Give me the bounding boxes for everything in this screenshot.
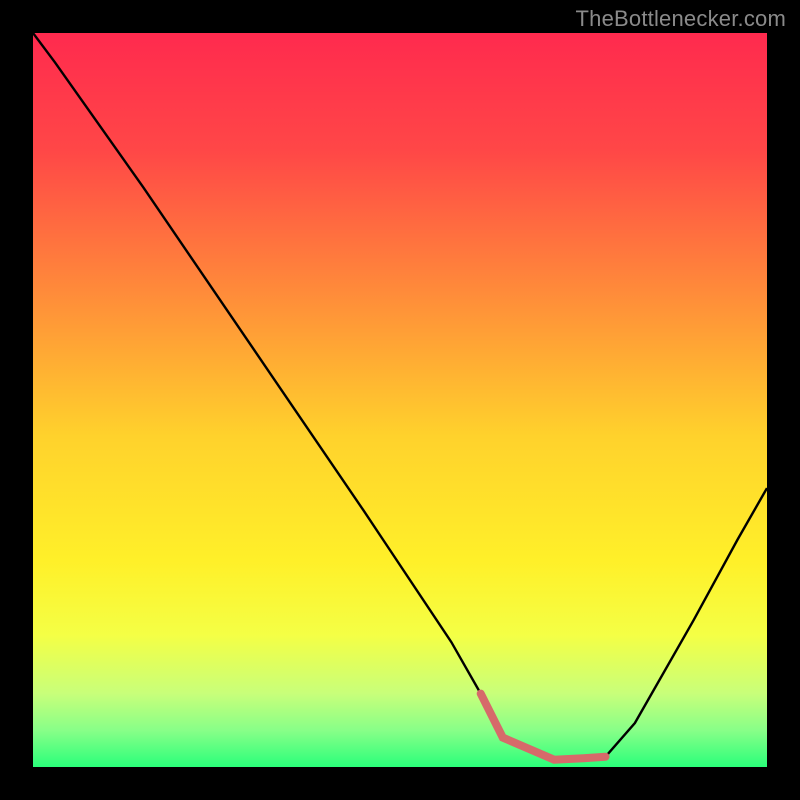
watermark-text: TheBottlenecker.com: [576, 6, 786, 32]
chart-plot-area: [33, 33, 767, 767]
chart-svg: [33, 33, 767, 767]
chart-background: [33, 33, 767, 767]
